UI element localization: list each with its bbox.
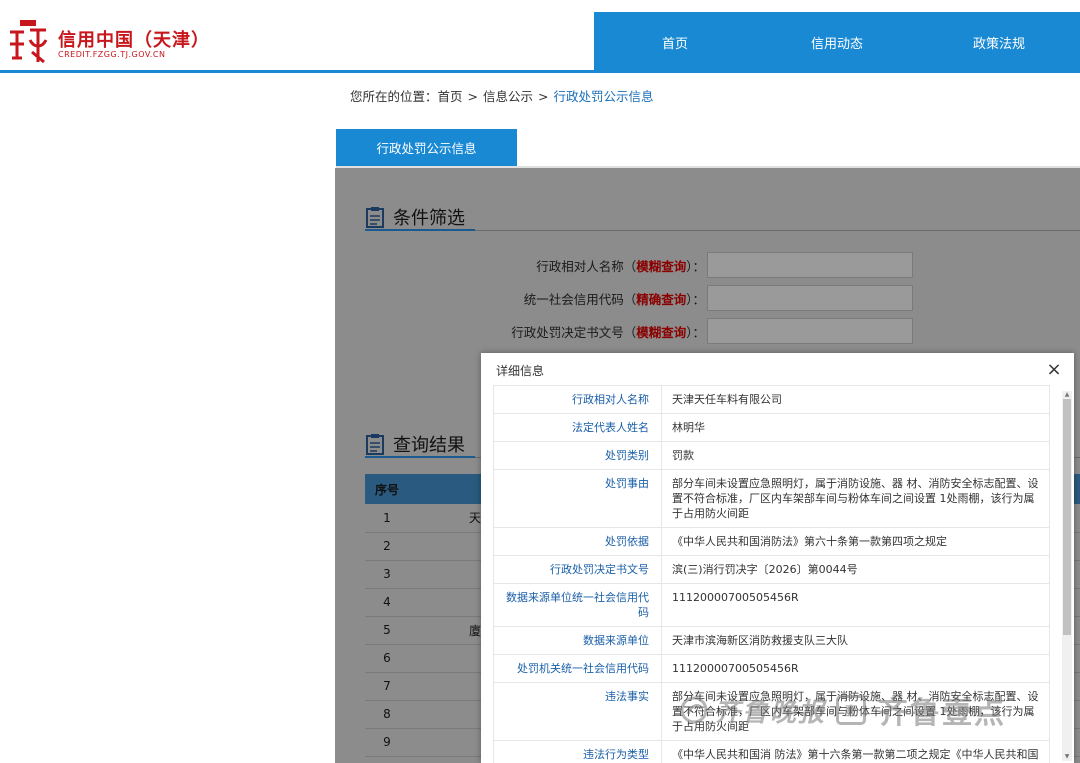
detail-value: 天津天任车料有限公司 [661, 385, 1050, 414]
breadcrumb-sep-icon: > [467, 89, 479, 104]
results-heading-text: 查询结果 [393, 435, 465, 456]
detail-key: 违法行为类型 [493, 740, 662, 763]
scroll-down-icon[interactable]: ▼ [1063, 753, 1071, 761]
watermark-brand: 齐鲁壹点 [878, 696, 1007, 731]
detail-key: 数据来源单位 [493, 626, 662, 655]
detail-value: 林明华 [661, 413, 1050, 442]
detail-value: 天津市滨海新区消防救援支队三大队 [661, 626, 1050, 655]
detail-key: 法定代表人姓名 [493, 413, 662, 442]
main-nav: 首页 信用动态 政策法规 [594, 12, 1080, 73]
col-index: 序号 [365, 474, 409, 504]
detail-row: 数据来源单位统一社会信用代码 11120000700505456R [493, 583, 1050, 627]
scroll-up-icon[interactable]: ▲ [1063, 391, 1071, 399]
breadcrumb-info[interactable]: 信息公示 [483, 89, 533, 104]
top-strip [0, 0, 1080, 12]
breadcrumb-prefix: 您所在的位置： [350, 89, 438, 104]
breadcrumb-home[interactable]: 首页 [438, 89, 463, 104]
site-domain: CREDIT.FZGG.TJ.GOV.CN [58, 50, 166, 59]
detail-key: 行政处罚决定书文号 [493, 555, 662, 584]
filter-label: 行政处罚决定书文号（模糊查询）： [511, 324, 705, 340]
watermark-badge: 壹 [836, 695, 867, 725]
detail-key: 处罚机关统一社会信用代码 [493, 654, 662, 683]
watermark: 齐鲁晚报 壹 齐鲁壹点 [680, 688, 1006, 732]
filter-heading: 条件筛选 [365, 204, 465, 230]
filter-label: 统一社会信用代码（精确查询）： [523, 291, 705, 307]
results-heading-underline [365, 456, 475, 458]
detail-value: 《中华人民共和国消 防法》第十六条第一款第二项之规定《中华人民共和国消防法》第二… [661, 740, 1050, 763]
credit-code-input[interactable] [707, 285, 913, 311]
breadcrumb-sep-icon: > [538, 89, 549, 104]
filter-row-name: 行政相对人名称（模糊查询）： [505, 252, 915, 278]
detail-row: 行政相对人名称 天津天任车料有限公司 [493, 385, 1050, 414]
detail-key: 违法事实 [493, 682, 662, 741]
results-heading: 查询结果 [365, 431, 465, 457]
detail-value: 罚款 [661, 441, 1050, 470]
detail-row: 法定代表人姓名 林明华 [493, 413, 1050, 442]
detail-row: 处罚类别 罚款 [493, 441, 1050, 470]
site-title[interactable]: 信用中国（天津） [58, 26, 210, 52]
detail-value: 《中华人民共和国消防法》第六十条第一款第四项之规定 [661, 527, 1050, 556]
filter-heading-underline [365, 229, 475, 231]
filter-row-doc-number: 行政处罚决定书文号（模糊查询）： [505, 318, 915, 344]
scroll-thumb[interactable] [1063, 399, 1071, 635]
detail-row: 行政处罚决定书文号 滨(三)消行罚决字〔2026〕第0044号 [493, 555, 1050, 584]
nav-policy[interactable]: 政策法规 [918, 12, 1080, 73]
name-input[interactable] [707, 252, 913, 278]
close-icon[interactable]: × [1044, 359, 1064, 380]
filter-heading-text: 条件筛选 [393, 208, 465, 229]
detail-row: 处罚机关统一社会信用代码 11120000700505456R [493, 654, 1050, 683]
credit-logo-icon[interactable] [6, 18, 50, 66]
nav-home[interactable]: 首页 [594, 12, 756, 73]
detail-value: 滨(三)消行罚决字〔2026〕第0044号 [661, 555, 1050, 584]
detail-row: 违法行为类型 《中华人民共和国消 防法》第十六条第一款第二项之规定《中华人民共和国… [493, 740, 1050, 763]
nav-credit-news[interactable]: 信用动态 [756, 12, 918, 73]
modal-title: 详细信息 [496, 364, 545, 378]
detail-row: 数据来源单位 天津市滨海新区消防救援支队三大队 [493, 626, 1050, 655]
site-header: 信用中国（天津） CREDIT.FZGG.TJ.GOV.CN 首页 信用动态 政… [0, 12, 1080, 73]
detail-value: 11120000700505456R [661, 654, 1050, 683]
breadcrumb-current[interactable]: 行政处罚公示信息 [554, 89, 654, 104]
watermark-logo-icon [680, 696, 708, 724]
filter-row-credit-code: 统一社会信用代码（精确查询）： [505, 285, 915, 311]
detail-row: 处罚依据 《中华人民共和国消防法》第六十条第一款第四项之规定 [493, 527, 1050, 556]
detail-value: 部分车间未设置应急照明灯，属于消防设施、器 材、消防安全标志配置、设置不符合标准… [661, 469, 1050, 528]
detail-key: 数据来源单位统一社会信用代码 [493, 583, 662, 627]
detail-key: 行政相对人名称 [493, 385, 662, 414]
modal-scrollbar[interactable]: ▲ ▼ [1062, 391, 1072, 761]
breadcrumb: 您所在的位置：首页 > 信息公示 > 行政处罚公示信息 [350, 86, 654, 105]
detail-key: 处罚依据 [493, 527, 662, 556]
clipboard-icon [366, 434, 384, 455]
filter-label: 行政相对人名称（模糊查询）： [536, 258, 705, 274]
detail-row: 处罚事由 部分车间未设置应急照明灯，属于消防设施、器 材、消防安全标志配置、设置不… [493, 469, 1050, 528]
clipboard-icon [366, 207, 384, 228]
watermark-text: 齐鲁晚报 [714, 697, 827, 728]
detail-value: 11120000700505456R [661, 583, 1050, 627]
detail-key: 处罚类别 [493, 441, 662, 470]
tab-admin-penalty[interactable]: 行政处罚公示信息 [336, 129, 517, 166]
detail-key: 处罚事由 [493, 469, 662, 528]
doc-number-input[interactable] [707, 318, 913, 344]
